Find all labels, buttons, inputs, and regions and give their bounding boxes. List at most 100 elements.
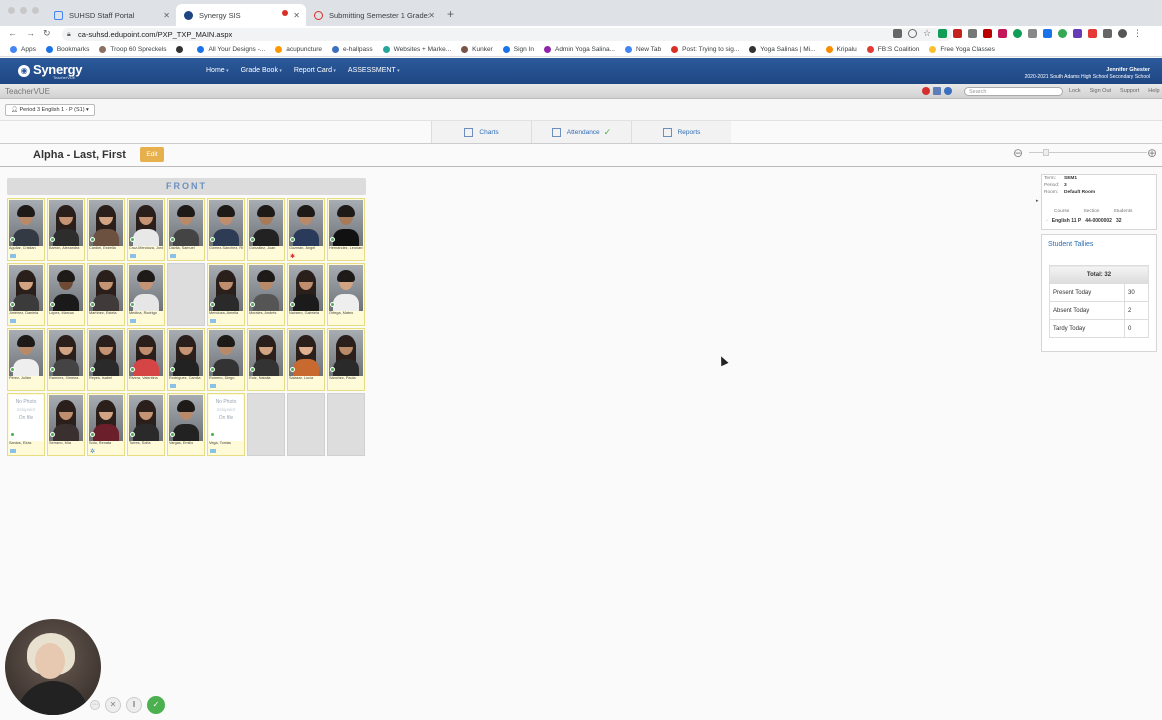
more-icon[interactable]: ⋯ (90, 700, 100, 710)
help-icon[interactable] (944, 87, 952, 95)
student-seat[interactable]: Gómez-Sánchez, Ricardo (207, 198, 245, 261)
close-icon[interactable]: ✕ (428, 11, 435, 20)
student-seat[interactable]: Serrano, Mía (47, 393, 85, 456)
empty-seat[interactable] (247, 393, 285, 456)
extension-icon[interactable] (983, 29, 992, 38)
student-seat[interactable]: Cruz-Mendoza, Jordan (127, 198, 165, 261)
extension-icon[interactable] (953, 29, 962, 38)
bookmark-item[interactable]: Websites + Marke... (382, 46, 451, 53)
student-seat[interactable]: Torres, Sofía (127, 393, 165, 456)
course-row[interactable]: ▫ English 11 P 44-0000002 32 (1046, 218, 1122, 224)
bookmark-item[interactable]: Admin Yoga Salina... (543, 46, 615, 53)
student-seat[interactable]: Vargas, Emilio (167, 393, 205, 456)
student-seat[interactable]: Dávila, Samuel (167, 198, 205, 261)
student-seat[interactable]: Ramírez, Ximena (47, 328, 85, 391)
extension-icon[interactable] (938, 29, 947, 38)
new-tab-icon[interactable]: + (447, 7, 454, 21)
tab-charts[interactable]: Charts (431, 121, 531, 143)
profile-icon[interactable] (1118, 29, 1127, 38)
bookmark-item[interactable]: Kripalu (825, 46, 857, 53)
cancel-recording-icon[interactable]: ✕ (105, 697, 121, 713)
extension-icon[interactable] (998, 29, 1007, 38)
student-seat[interactable]: Sánchez, Paola (327, 328, 365, 391)
student-seat[interactable]: González, Juan (247, 198, 285, 261)
pause-icon[interactable]: ‖ (126, 697, 142, 713)
close-icon[interactable]: ✕ (163, 11, 170, 20)
bookmark-item[interactable]: Bookmarks (45, 46, 89, 53)
extension-icon[interactable] (968, 29, 977, 38)
finish-recording-icon[interactable]: ✓ (147, 696, 165, 714)
student-seat[interactable]: Rodríguez, Camila (167, 328, 205, 391)
empty-seat[interactable] (167, 263, 205, 326)
bookmark-item[interactable]: All Your Designs -... (197, 46, 265, 53)
student-seat[interactable]: Soto, Renata ✲ (87, 393, 125, 456)
period-selector[interactable]: 👤︎ Period 3 English 1 - P (S1) ▾ (5, 104, 95, 116)
student-seat[interactable]: Medina, Rodrigo (127, 263, 165, 326)
forward-icon[interactable]: → (26, 28, 35, 38)
student-seat[interactable]: No Photo Edupoint On file Vega, Tomás (207, 393, 245, 456)
empty-seat[interactable] (327, 393, 365, 456)
student-seat[interactable]: Ortega, Mateo (327, 263, 365, 326)
help-link[interactable]: Help (1148, 88, 1159, 94)
student-seat[interactable]: Barrón, Alexandra (47, 198, 85, 261)
tab-staff-portal[interactable]: SUHSD Staff Portal ✕ (46, 4, 176, 26)
student-seat[interactable]: Reyes, Isabel (87, 328, 125, 391)
url-field[interactable]: 🔒︎ ca-suhsd.edupoint.com/PXP_TXP_MAIN.as… (62, 28, 952, 41)
mute-icon[interactable] (1028, 29, 1037, 38)
bookmark-item[interactable]: Sign In (502, 46, 534, 53)
bookmark-item[interactable]: New Tab (624, 46, 661, 53)
bookmark-item[interactable]: Free Yoga Classes (929, 46, 995, 53)
student-seat[interactable]: Salazar, Lucía (287, 328, 325, 391)
student-seat[interactable]: Guzmán, Ángel ✱ (287, 198, 325, 261)
student-seat[interactable]: Morales, Andrés (247, 263, 285, 326)
extension-icon[interactable] (1088, 29, 1097, 38)
extension-icon[interactable] (1043, 29, 1052, 38)
bookmark-item[interactable]: Kunker (461, 46, 493, 53)
nav-assessment[interactable]: ASSESSMENT (348, 67, 400, 74)
window-controls[interactable] (8, 7, 39, 14)
support-link[interactable]: Support (1120, 88, 1139, 94)
nav-report-card[interactable]: Report Card (294, 67, 336, 74)
alert-icon[interactable] (922, 87, 930, 95)
student-seat[interactable]: Rivera, Valentina (127, 328, 165, 391)
student-seat[interactable]: López, Marcus (47, 263, 85, 326)
sign-out-link[interactable]: Sign Out (1090, 88, 1111, 94)
menu-icon[interactable]: ⋮ (1133, 29, 1142, 38)
student-seat[interactable]: Romero, Diego (207, 328, 245, 391)
tab-submitting-grades[interactable]: Submitting Semester 1 Grade: ✕ (306, 4, 441, 26)
student-seat[interactable]: Cardiel, Estrella (87, 198, 125, 261)
student-seat[interactable]: Pérez, Julián (7, 328, 45, 391)
student-seat[interactable]: Mendoza, Amelia (207, 263, 245, 326)
bookmark-item[interactable]: Apps (10, 46, 36, 53)
bookmark-item[interactable] (176, 46, 187, 53)
zoom-in-icon[interactable]: ⊕ (1147, 146, 1157, 160)
mail-icon[interactable] (933, 87, 941, 95)
extension-icon[interactable] (1058, 29, 1067, 38)
checkbox-icon[interactable]: ▫ (1046, 218, 1048, 224)
star-icon[interactable]: ☆ (923, 29, 932, 38)
reload-icon[interactable]: ↻ (43, 28, 51, 39)
nav-home[interactable]: Home (206, 67, 229, 74)
close-icon[interactable]: ✕ (293, 11, 300, 20)
bookmark-item[interactable]: Yoga Salinas | Mi... (749, 46, 816, 53)
student-seat[interactable]: Martínez, Estela (87, 263, 125, 326)
extension-icon[interactable] (1013, 29, 1022, 38)
cast-icon[interactable] (893, 29, 902, 38)
bookmark-item[interactable]: Troop 60 Spreckels (99, 46, 166, 53)
collapse-arrow-icon[interactable]: ▸ (1036, 198, 1039, 204)
student-seat[interactable]: Navarro, Gabriela (287, 263, 325, 326)
back-icon[interactable]: ← (8, 28, 17, 38)
puzzle-icon[interactable] (1103, 29, 1112, 38)
student-seat[interactable]: Hernández, Leonardo (327, 198, 365, 261)
zoom-out-icon[interactable]: ⊖ (1013, 146, 1023, 160)
student-seat[interactable]: Ruiz, Natalia (247, 328, 285, 391)
lock-link[interactable]: Lock (1069, 88, 1081, 94)
student-seat[interactable]: No Photo Edupoint On file Santos, Elías (7, 393, 45, 456)
extension-icon[interactable] (1073, 29, 1082, 38)
search-input[interactable]: Search (964, 87, 1063, 96)
tab-synergy[interactable]: Synergy SIS ✕ (176, 4, 306, 26)
student-seat[interactable]: Jiménez, Daniela (7, 263, 45, 326)
nav-grade-book[interactable]: Grade Book (241, 67, 282, 74)
zoom-icon[interactable] (908, 29, 917, 38)
bookmark-item[interactable]: FB:S Coalition (866, 46, 919, 53)
